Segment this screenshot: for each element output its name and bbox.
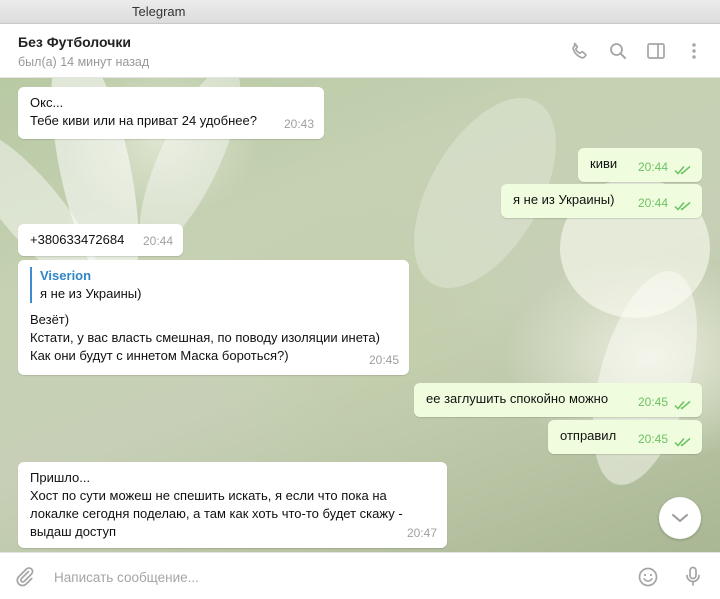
phone-icon[interactable]	[568, 39, 592, 63]
message-bubble-outgoing[interactable]: я не из Украины) 20:44	[501, 184, 702, 218]
sidebar-toggle-icon[interactable]	[644, 39, 668, 63]
message-text-line: Пришло...	[30, 470, 91, 485]
reply-preview[interactable]: Viserion я не из Украины)	[30, 267, 397, 303]
message-text-line: Везёт)	[30, 312, 70, 327]
window-titlebar: Telegram	[0, 0, 720, 24]
message-time: 20:45	[637, 395, 668, 409]
message-text-line: локалке сегодня поделаю, а там как хоть …	[30, 506, 403, 521]
message-text-line: Тебе киви или на приват 24 удобнее?	[30, 113, 257, 128]
double-check-icon	[674, 400, 691, 410]
contact-name[interactable]: Без Футболочки	[18, 34, 131, 50]
message-time: 20:47	[406, 526, 437, 540]
chat-header: Без Футболочки был(а) 14 минут назад	[0, 24, 720, 78]
message-time: 20:43	[283, 117, 314, 131]
reply-text: я не из Украины)	[40, 286, 142, 301]
message-time: 20:44	[637, 160, 668, 174]
message-bubble-incoming[interactable]: Окс... Тебе киви или на приват 24 удобне…	[18, 87, 324, 139]
window-title: Telegram	[132, 4, 186, 19]
message-text-line: Как они будут с иннетом Маска бороться?)	[30, 348, 289, 363]
message-time: 20:45	[368, 353, 399, 367]
microphone-icon[interactable]	[681, 564, 705, 588]
contact-status: был(а) 14 минут назад	[18, 55, 150, 69]
double-check-icon	[674, 165, 691, 175]
search-icon[interactable]	[606, 39, 630, 63]
message-text: отправил	[560, 428, 617, 443]
message-text-line: выдаш доступ	[30, 524, 117, 539]
message-time: 20:44	[637, 196, 668, 210]
chevron-down-icon	[672, 514, 688, 522]
message-bubble-outgoing[interactable]: отправил 20:45	[548, 420, 702, 454]
emoji-icon[interactable]	[636, 565, 660, 589]
more-options-icon[interactable]	[682, 39, 706, 63]
message-time: 20:44	[142, 234, 173, 248]
message-bubble-incoming[interactable]: +380633472684 20:44	[18, 224, 183, 256]
message-text-line: Окс...	[30, 95, 64, 110]
attach-icon[interactable]	[12, 564, 36, 588]
message-text-line: Хост по сути можеш не спешить искать, я …	[30, 488, 387, 503]
double-check-icon	[674, 437, 691, 447]
message-time: 20:45	[637, 432, 668, 446]
message-bubble-incoming[interactable]: Пришло... Хост по сути можеш не спешить …	[18, 462, 447, 548]
message-list[interactable]: Окс... Тебе киви или на приват 24 удобне…	[0, 78, 720, 552]
message-bubble-outgoing[interactable]: киви 20:44	[578, 148, 702, 182]
message-bubble-outgoing[interactable]: ее заглушить спокойно можно 20:45	[414, 383, 702, 417]
reply-author: Viserion	[40, 268, 92, 283]
double-check-icon	[674, 201, 691, 211]
message-input[interactable]	[54, 567, 614, 587]
message-composer	[0, 552, 720, 599]
scroll-to-bottom-button[interactable]	[659, 497, 701, 539]
message-bubble-incoming[interactable]: Viserion я не из Украины) Везёт) Кстати,…	[18, 260, 409, 375]
message-text-line: Кстати, у вас власть смешная, по поводу …	[30, 330, 380, 345]
